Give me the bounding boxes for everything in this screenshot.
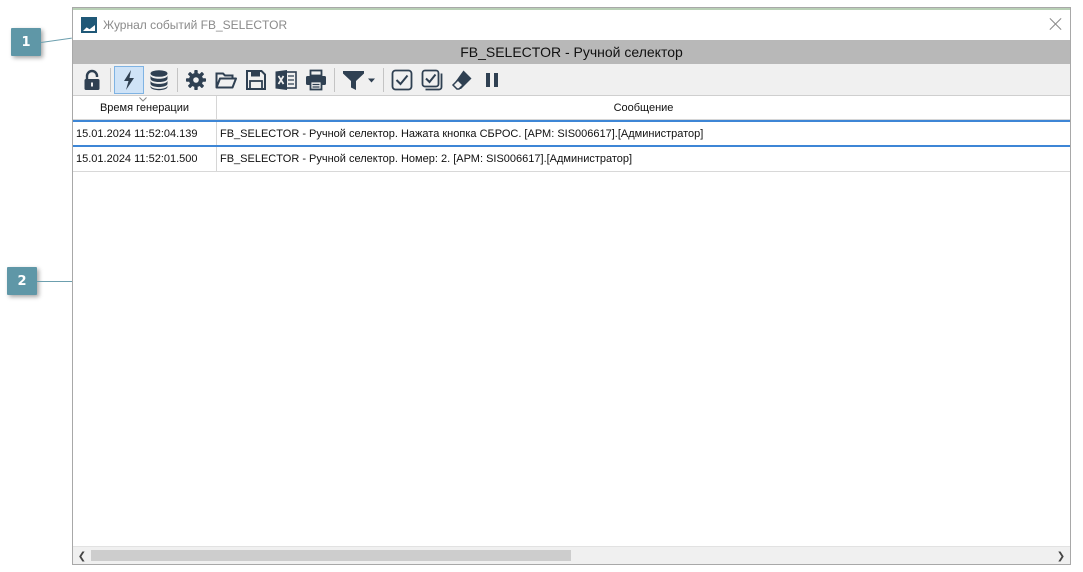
- title-bar[interactable]: Журнал событий FB_SELECTOR: [73, 10, 1070, 40]
- horizontal-scrollbar[interactable]: ❮ ❯: [73, 546, 1070, 564]
- events-table: Время генерации Сообщение 15.01.2024 11:…: [73, 96, 1070, 546]
- acknowledge-all-button[interactable]: [417, 66, 447, 94]
- checkbox-icon: [391, 69, 413, 90]
- table-row[interactable]: 15.01.2024 11:52:01.500 FB_SELECTOR - Ру…: [73, 147, 1070, 172]
- table-row[interactable]: 15.01.2024 11:52:04.139 FB_SELECTOR - Ру…: [73, 120, 1070, 147]
- archive-button[interactable]: [144, 66, 174, 94]
- pause-icon: [486, 72, 498, 87]
- eraser-icon: [451, 70, 472, 90]
- table-header: Время генерации Сообщение: [73, 96, 1070, 120]
- column-header-time[interactable]: Время генерации: [73, 96, 217, 119]
- scroll-right-icon[interactable]: ❯: [1054, 549, 1068, 563]
- event-log-window: Журнал событий FB_SELECTOR FB_SELECTOR -…: [72, 7, 1071, 565]
- export-excel-button[interactable]: [271, 66, 301, 94]
- filter-dropdown-icon: [343, 70, 375, 90]
- open-button[interactable]: [211, 66, 241, 94]
- gear-icon: [186, 69, 206, 90]
- callout-2: 2: [7, 267, 37, 295]
- filter-dropdown-button[interactable]: [338, 66, 380, 94]
- database-icon: [150, 69, 168, 90]
- scroll-left-icon[interactable]: ❮: [75, 549, 89, 563]
- folder-open-icon: [215, 72, 237, 88]
- callout-2-leader: [37, 281, 72, 282]
- toolbar: [73, 64, 1070, 96]
- toolbar-separator: [110, 67, 111, 92]
- settings-button[interactable]: [181, 66, 211, 94]
- excel-icon: [275, 69, 297, 90]
- row-message: FB_SELECTOR - Ручной селектор. Нажата кн…: [220, 127, 704, 140]
- close-button[interactable]: [1048, 16, 1064, 32]
- acknowledge-button[interactable]: [387, 66, 417, 94]
- lightning-icon: [124, 69, 134, 90]
- callout-1: 1: [11, 28, 41, 56]
- object-header: FB_SELECTOR - Ручной селектор: [73, 40, 1070, 64]
- toolbar-separator: [383, 67, 384, 92]
- lock-button[interactable]: [77, 66, 107, 94]
- column-header-message[interactable]: Сообщение: [217, 96, 1070, 119]
- toolbar-separator: [177, 67, 178, 92]
- floppy-icon: [246, 69, 266, 90]
- window-title: Журнал событий FB_SELECTOR: [103, 18, 288, 32]
- row-time: 15.01.2024 11:52:01.500: [73, 147, 217, 171]
- printer-icon: [306, 69, 326, 90]
- checkbox-multiple-icon: [421, 69, 443, 90]
- lock-icon: [84, 69, 100, 90]
- save-button[interactable]: [241, 66, 271, 94]
- clear-button[interactable]: [447, 66, 477, 94]
- row-time: 15.01.2024 11:52:04.139: [73, 122, 217, 145]
- row-message: FB_SELECTOR - Ручной селектор. Номер: 2.…: [220, 153, 633, 165]
- live-events-toggle[interactable]: [114, 65, 144, 94]
- app-logo-icon: [81, 17, 97, 33]
- column-header-message-label: Сообщение: [613, 101, 674, 114]
- sort-descending-icon: [139, 97, 147, 102]
- callout-1-leader: [41, 37, 72, 43]
- pause-button[interactable]: [477, 66, 507, 94]
- scroll-thumb[interactable]: [91, 550, 571, 561]
- column-header-time-label: Время генерации: [99, 101, 190, 114]
- toolbar-separator: [334, 67, 335, 92]
- print-button[interactable]: [301, 66, 331, 94]
